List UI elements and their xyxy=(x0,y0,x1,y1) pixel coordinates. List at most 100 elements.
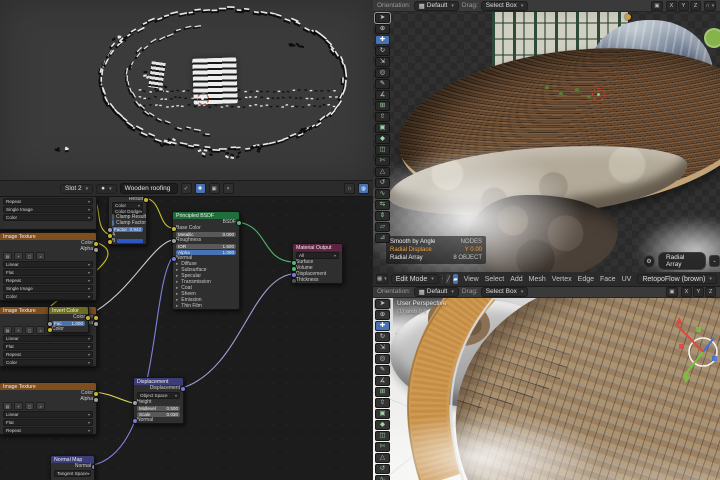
tweak-tool-icon[interactable]: ➤ xyxy=(374,298,391,310)
retopoflow-dropdown[interactable]: RetopoFlow (brown) xyxy=(637,274,717,284)
space-dropdown[interactable]: Object Space xyxy=(137,391,180,399)
new-image-button[interactable]: + xyxy=(14,326,23,334)
mirror-axis-toggle[interactable]: Z xyxy=(705,286,716,297)
bevel-tool-icon[interactable]: ◆ xyxy=(375,134,390,144)
extrude-tool-icon[interactable]: ⇧ xyxy=(375,398,390,408)
drag-dropdown[interactable]: Select Box xyxy=(480,286,529,297)
shear-tool-icon[interactable]: ▱ xyxy=(375,222,390,232)
menu-item[interactable]: UV xyxy=(619,276,635,283)
extension-dropdown[interactable]: Repeat xyxy=(3,426,93,434)
copy-material-button[interactable]: ▣ xyxy=(208,183,220,194)
fac-slider[interactable]: Fac 1.000 xyxy=(52,320,85,326)
projection-dropdown[interactable]: Flat xyxy=(3,418,93,426)
ior-slider[interactable]: IOR 1.500 xyxy=(176,243,236,249)
move-tool-icon[interactable]: ✚ xyxy=(375,35,390,45)
annotate-tool-icon[interactable]: ✎ xyxy=(375,79,390,89)
unlink-image-button[interactable]: × xyxy=(36,252,45,260)
principled-bsdf-node[interactable]: Principled BSDF BSDF Base Color Metallic… xyxy=(170,211,242,310)
menu-item[interactable]: Select xyxy=(482,276,507,283)
spin-tool-icon[interactable]: ↺ xyxy=(375,464,390,474)
expand-icon[interactable]: ⌄ xyxy=(708,255,720,267)
move-tool-icon[interactable]: ✚ xyxy=(375,321,390,331)
inset-tool-icon[interactable]: ▣ xyxy=(375,409,390,419)
viewport-material-preview[interactable]: User Perspective (1) amb 0.0 ▦ Edit Mode… xyxy=(373,272,720,480)
vertex-select-button[interactable]: ∙ xyxy=(441,274,444,284)
interpolation-dropdown[interactable]: Linear xyxy=(3,410,93,418)
snapping-icon[interactable]: ∩ xyxy=(344,183,355,194)
normal-map-node[interactable]: Normal Map Normal Tangent Space xyxy=(50,455,95,480)
socket[interactable] xyxy=(290,277,297,284)
menu-item[interactable]: Face xyxy=(597,276,619,283)
mode-dropdown[interactable]: Edit Mode xyxy=(390,274,439,284)
inset-tool-icon[interactable]: ▣ xyxy=(375,123,390,133)
image-icon[interactable]: ▤ xyxy=(3,326,12,334)
new-image-button[interactable]: + xyxy=(14,252,23,260)
loopcut-tool-icon[interactable]: ◫ xyxy=(375,145,390,155)
source-dropdown[interactable]: Single Image xyxy=(3,284,93,292)
scale-tool-icon[interactable]: ⇲ xyxy=(375,343,390,353)
midlevel-slider[interactable]: Midlevel 0.500 xyxy=(137,405,180,411)
bsdf-section-row[interactable]: Thin Film xyxy=(173,303,239,309)
open-image-button[interactable]: ▢ xyxy=(25,402,34,410)
image-texture-node-partial[interactable]: Repeat Single Image Color xyxy=(0,196,97,230)
colorspace-dropdown[interactable]: Color xyxy=(3,292,93,300)
object-origin-gizmo[interactable] xyxy=(592,88,605,101)
edge-select-button[interactable]: ╱ xyxy=(446,274,451,284)
material-browse-dropdown[interactable]: ● xyxy=(96,183,117,194)
orientation-dropdown[interactable]: ▦ Default xyxy=(413,0,459,11)
new-image-button[interactable]: + xyxy=(14,402,23,410)
transform-tool-icon[interactable]: ◎ xyxy=(375,354,390,364)
projection-dropdown[interactable]: Flat xyxy=(3,268,93,276)
cursor-tool-icon[interactable]: ⊕ xyxy=(375,24,390,34)
navigation-gizmo-axis[interactable] xyxy=(704,28,720,48)
mirror-axis-toggle[interactable]: Y xyxy=(678,0,689,11)
normal-space-dropdown[interactable]: Tangent Space xyxy=(54,469,91,477)
material-name-field[interactable]: Wooden roofing xyxy=(119,183,178,194)
socket[interactable] xyxy=(106,238,113,245)
image-texture-node[interactable]: Image Texture Color Alpha ▤ + ▢ × Linear… xyxy=(0,232,99,301)
pin-button[interactable]: ✚ xyxy=(194,183,206,194)
alpha-slider[interactable]: Alpha 1.000 xyxy=(176,249,236,255)
tweak-tool-icon[interactable]: ➤ xyxy=(374,12,391,24)
cursor-tool-icon[interactable]: ⊕ xyxy=(375,310,390,320)
extrude-tool-icon[interactable]: ⇧ xyxy=(375,112,390,122)
mirror-axis-toggle[interactable]: Z xyxy=(690,0,701,11)
fake-user-shield-icon[interactable]: ✓ xyxy=(180,183,192,194)
scale-tool-icon[interactable]: ⇲ xyxy=(375,57,390,67)
viewport-rendered[interactable]: Orientation: ▦Default Drag: Select Box ▣… xyxy=(373,0,720,273)
edgeslide-tool-icon[interactable]: ⇆ xyxy=(375,200,390,210)
interpolation-dropdown[interactable]: Linear xyxy=(3,260,93,268)
displacement-node[interactable]: Displacement Displacement Object Space H… xyxy=(131,377,186,424)
knife-tool-icon[interactable]: ✄ xyxy=(375,442,390,452)
open-image-button[interactable]: ▢ xyxy=(25,252,34,260)
mirror-axis-toggle[interactable]: X xyxy=(666,0,677,11)
extension-dropdown[interactable]: Repeat xyxy=(3,276,93,284)
invert-color-node[interactable]: Invert Color Color Fac 1.000 Color xyxy=(46,306,91,333)
socket[interactable] xyxy=(131,417,138,424)
measure-tool-icon[interactable]: ∡ xyxy=(375,90,390,100)
unlink-image-button[interactable]: × xyxy=(36,402,45,410)
mirror-axis-toggle[interactable]: Y xyxy=(693,286,704,297)
polybuild-tool-icon[interactable]: △ xyxy=(375,453,390,463)
polybuild-tool-icon[interactable]: △ xyxy=(375,167,390,177)
image-icon[interactable]: ▤ xyxy=(3,252,12,260)
shrink-tool-icon[interactable]: ⇕ xyxy=(375,211,390,221)
scale-slider[interactable]: Scale 0.030 xyxy=(137,411,180,417)
add-cube-tool-icon[interactable]: ⊞ xyxy=(375,387,390,397)
socket[interactable] xyxy=(46,326,53,333)
face-select-button[interactable]: ▰ xyxy=(453,274,458,284)
add-cube-tool-icon[interactable]: ⊞ xyxy=(375,101,390,111)
mirror-axis-toggle[interactable]: X xyxy=(681,286,692,297)
measure-tool-icon[interactable]: ∡ xyxy=(375,376,390,386)
menu-item[interactable]: Vertex xyxy=(549,276,575,283)
menu-item[interactable]: View xyxy=(461,276,482,283)
bevel-tool-icon[interactable]: ◆ xyxy=(375,420,390,430)
wireframe-viewport[interactable] xyxy=(0,0,374,181)
menu-item[interactable]: Add xyxy=(507,276,525,283)
interpolation-dropdown[interactable]: Linear xyxy=(3,334,93,342)
overlays-toggle-icon[interactable]: ◍ xyxy=(358,183,369,194)
transform-tool-icon[interactable]: ◎ xyxy=(375,68,390,78)
rip-tool-icon[interactable]: ⊿ xyxy=(375,233,390,243)
menu-item[interactable]: Edge xyxy=(575,276,597,283)
smooth-tool-icon[interactable]: ∿ xyxy=(375,189,390,199)
